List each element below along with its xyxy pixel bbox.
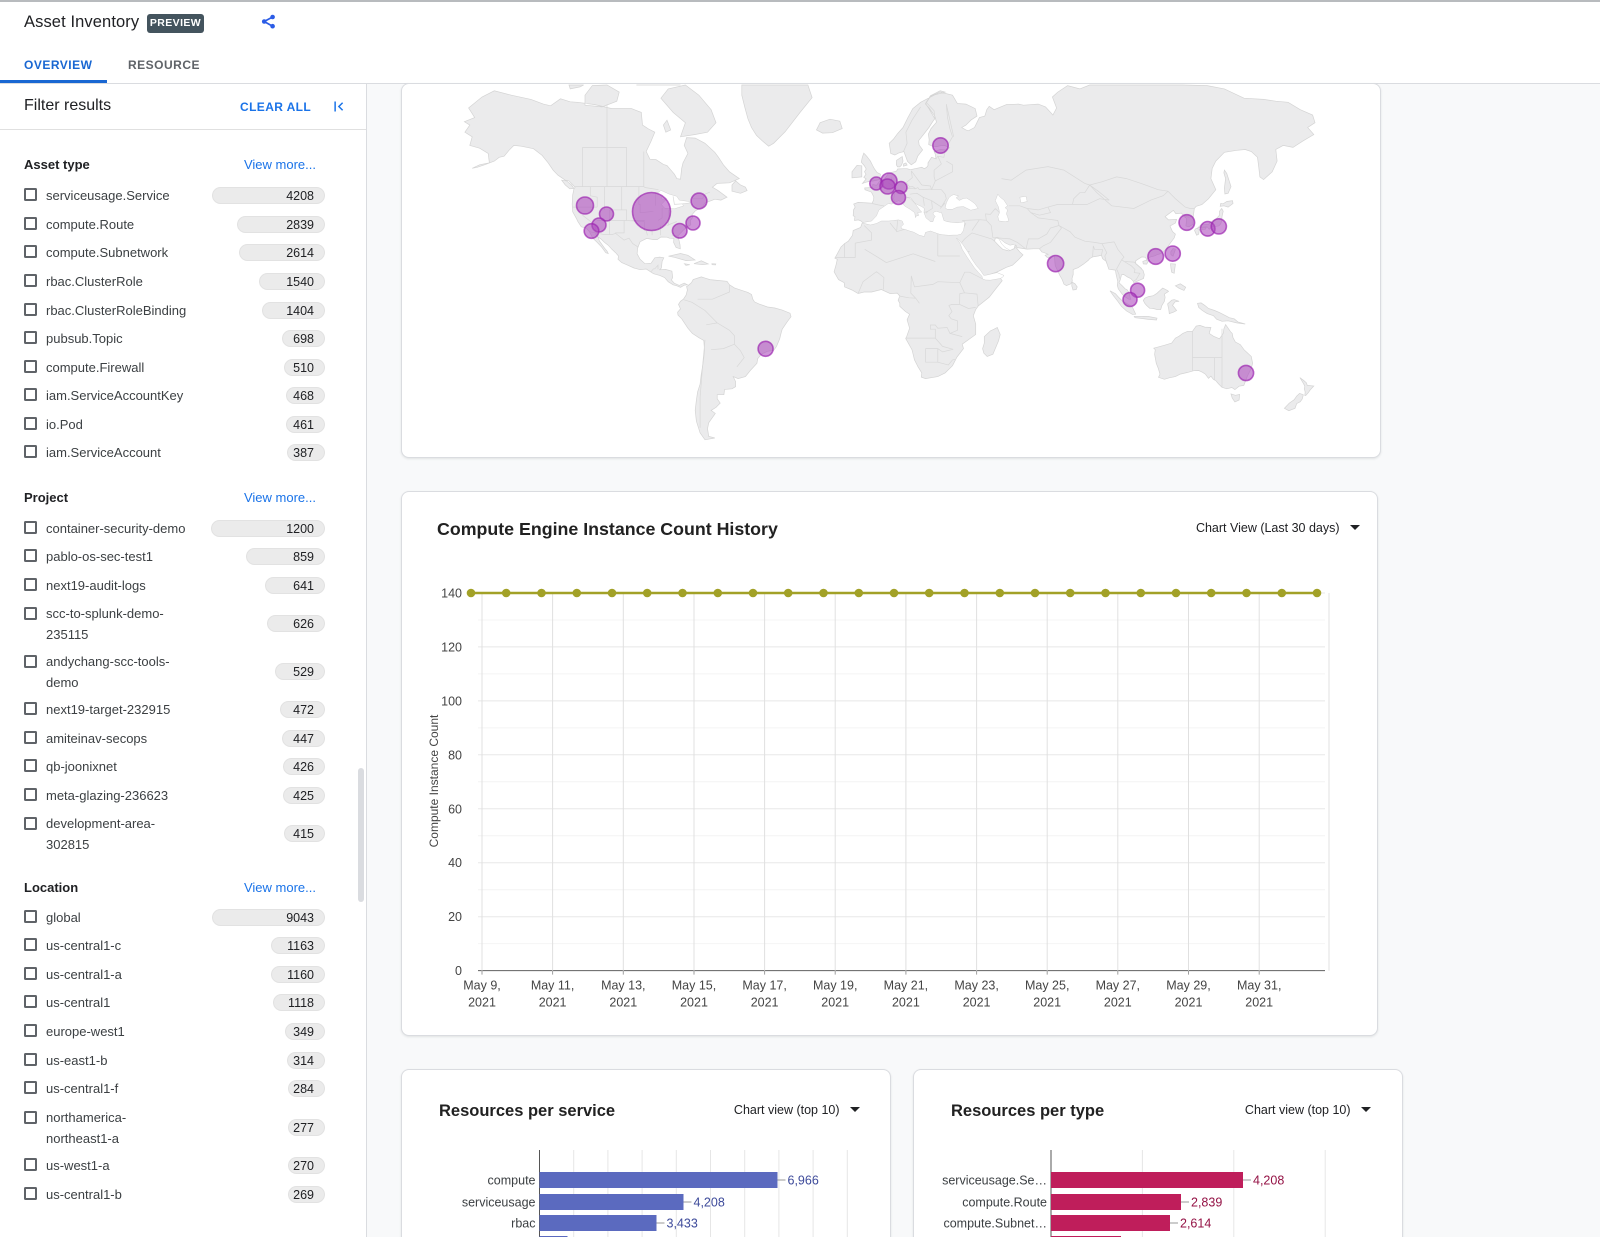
svg-text:compute: compute [488,1174,536,1188]
svg-text:May 19,: May 19, [813,979,857,993]
svg-text:2021: 2021 [680,996,708,1010]
svg-text:2021: 2021 [1033,996,1061,1010]
svg-text:May 13,: May 13, [601,979,645,993]
svg-text:serviceusage.Se…: serviceusage.Se… [942,1174,1047,1188]
svg-text:20: 20 [448,910,462,924]
svg-text:May 17,: May 17, [742,979,786,993]
svg-text:2021: 2021 [609,996,637,1010]
svg-text:May 29,: May 29, [1166,979,1210,993]
svg-text:80: 80 [448,748,462,762]
svg-text:0: 0 [455,964,462,978]
svg-text:6,966: 6,966 [788,1174,819,1188]
svg-text:100: 100 [441,694,462,708]
svg-text:2021: 2021 [963,996,991,1010]
svg-text:2021: 2021 [1175,996,1203,1010]
svg-text:May 27,: May 27, [1096,979,1140,993]
svg-text:2,614: 2,614 [1180,1217,1211,1231]
svg-text:2021: 2021 [821,996,849,1010]
svg-text:3,433: 3,433 [667,1217,698,1231]
svg-text:2021: 2021 [1104,996,1132,1010]
svg-text:May 9,: May 9, [463,979,501,993]
svg-text:4,208: 4,208 [1253,1174,1284,1188]
svg-text:2021: 2021 [1245,996,1273,1010]
svg-text:2021: 2021 [751,996,779,1010]
svg-text:2,839: 2,839 [1191,1196,1222,1210]
svg-text:120: 120 [441,640,462,654]
svg-text:May 15,: May 15, [672,979,716,993]
svg-text:compute.Subnet…: compute.Subnet… [943,1217,1047,1231]
svg-text:140: 140 [441,587,462,601]
svg-text:May 31,: May 31, [1237,979,1281,993]
svg-text:60: 60 [448,802,462,816]
svg-text:May 23,: May 23, [954,979,998,993]
svg-text:40: 40 [448,856,462,870]
svg-text:2021: 2021 [892,996,920,1010]
svg-text:2021: 2021 [539,996,567,1010]
svg-text:compute.Route: compute.Route [962,1196,1047,1210]
svg-text:May 25,: May 25, [1025,979,1069,993]
svg-text:rbac: rbac [511,1217,535,1231]
svg-text:serviceusage: serviceusage [462,1196,536,1210]
svg-text:Compute Instance Count: Compute Instance Count [427,714,441,847]
svg-text:May 21,: May 21, [884,979,928,993]
svg-text:May 11,: May 11, [531,979,575,993]
svg-text:4,208: 4,208 [694,1196,725,1210]
svg-text:2021: 2021 [468,996,496,1010]
